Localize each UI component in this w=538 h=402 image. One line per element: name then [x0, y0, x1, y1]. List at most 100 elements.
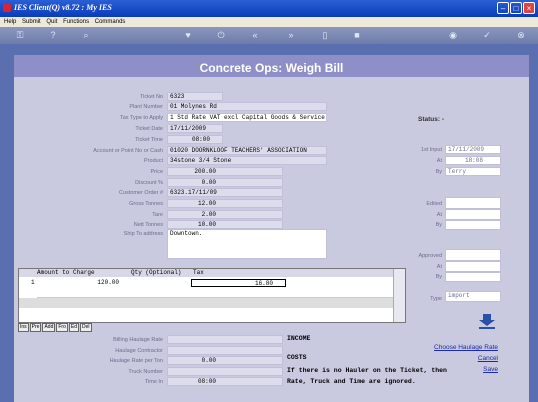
cancel-link[interactable]: Cancel [398, 355, 498, 362]
nett-tonnes-field[interactable]: 10.00 [167, 220, 283, 229]
delete-row-button[interactable]: Del [79, 323, 92, 332]
plant-number-label: Plant Number [129, 104, 163, 110]
row-amount[interactable]: 120.00 [37, 278, 119, 288]
customer-order-field[interactable]: 6323.17/11/09 [167, 188, 283, 197]
menu-functions[interactable]: Functions [63, 17, 89, 27]
approved-at-field[interactable] [445, 261, 501, 272]
title-bar: IES Client(Q) v8.72 : My IES – □ × [0, 0, 538, 17]
edited-field[interactable] [445, 197, 501, 209]
type-field[interactable]: import [445, 291, 501, 302]
page-icon[interactable]: ▯ [319, 29, 331, 41]
grid-header-tax: Tax [193, 269, 204, 276]
price-field[interactable]: 200.00 [167, 167, 283, 176]
billing-rate-field[interactable] [167, 335, 283, 344]
plant-number-field[interactable]: 01 Molynes Rd [167, 102, 327, 111]
type-label: Type [430, 296, 442, 302]
approved-label: Approved [418, 253, 442, 259]
choose-haulage-rate-link[interactable]: Choose Haulage Rate [398, 344, 498, 351]
ticket-no-label: Ticket No [139, 94, 163, 100]
time-in-field[interactable]: 08:00 [167, 377, 283, 386]
contractor-label: Haulage Contractor [115, 348, 163, 354]
row-tax[interactable]: 16.80 [191, 279, 286, 287]
first-input-label: 1st Input [420, 147, 442, 153]
grid-header: Amount to Charge Qty (Optional) Tax [19, 269, 394, 277]
edited-label: Edited [426, 201, 442, 207]
edited-by-field[interactable] [445, 220, 501, 230]
price-label: Price [150, 169, 163, 175]
stop-icon[interactable]: ■ [351, 29, 363, 41]
from-row-button[interactable]: Fro [56, 323, 68, 332]
nett-tonnes-label: Nett Tonnes [133, 222, 163, 228]
at-field[interactable]: 18:08 [445, 156, 501, 165]
tare-label: Tare [152, 212, 163, 218]
hauler-note-line2: Rate, Truck and Time are ignored. [287, 378, 416, 385]
close-button[interactable]: × [523, 2, 535, 14]
help-icon[interactable]: ? [47, 29, 59, 41]
status-label: Status: - [418, 116, 445, 123]
truck-number-label: Truck Number [128, 369, 163, 375]
product-field[interactable]: 34stone 3/4 Stone [167, 156, 327, 165]
add-row-button[interactable]: Add [42, 323, 56, 332]
power-icon[interactable]: ⏻ [215, 29, 227, 41]
grid-empty-row [19, 298, 394, 308]
product-label: Product [144, 158, 163, 164]
approved-by-field[interactable] [445, 272, 501, 282]
ticket-no-field[interactable]: 6323 [167, 92, 223, 101]
grid-scrollbar[interactable] [393, 269, 405, 322]
edited-at-label: At [436, 212, 442, 218]
row-number: 1 [31, 279, 35, 286]
by-label: By [435, 169, 442, 175]
heart-icon[interactable]: ♥ [182, 29, 194, 41]
menu-help[interactable]: Help [4, 17, 16, 27]
toolbar: ⚿ ? ⌕ ♥ ⏻ « » ▯ ■ ◉ ✓ ⊗ [0, 27, 538, 44]
menu-quit[interactable]: Quit [46, 17, 57, 27]
discount-field[interactable]: 0.00 [167, 178, 283, 187]
menu-submit[interactable]: Submit [22, 17, 41, 27]
rewind-icon[interactable]: « [249, 29, 261, 41]
approved-field[interactable] [445, 249, 501, 261]
download-icon[interactable] [478, 313, 496, 329]
by-field[interactable]: Terry [445, 167, 501, 176]
grid-header-amount: Amount to Charge [37, 269, 95, 276]
ticket-time-field[interactable]: 08:00 [167, 135, 223, 144]
save-link[interactable]: Save [398, 366, 498, 373]
key-icon[interactable]: ⚿ [10, 29, 30, 41]
gross-tonnes-label: Gross Tonnes [129, 201, 163, 207]
tax-type-field[interactable]: 1 Std Rate VAT excl Capital Goods & Serv… [167, 113, 327, 122]
contractor-field[interactable] [167, 346, 283, 355]
edit-row-button[interactable]: Ed [68, 323, 79, 332]
approved-at-label: At [436, 264, 442, 270]
gross-tonnes-field[interactable]: 12.00 [167, 199, 283, 208]
app-icon [3, 4, 11, 12]
billing-rate-label: Billing Haulage Rate [113, 337, 163, 343]
page-title: Concrete Ops: Weigh Bill [14, 55, 529, 77]
at-label: At [436, 158, 442, 164]
first-input-field[interactable]: 17/11/2009 [445, 145, 501, 154]
edited-at-field[interactable] [445, 209, 501, 220]
search-icon[interactable]: ⌕ [80, 29, 92, 41]
window-title: IES Client(Q) v8.72 : My IES [14, 3, 112, 12]
rate-per-ton-field[interactable]: 0.00 [167, 356, 283, 365]
check-icon[interactable]: ✓ [481, 29, 493, 41]
globe-icon[interactable]: ◉ [447, 29, 459, 41]
minimize-button[interactable]: – [497, 2, 509, 14]
edited-by-label: By [435, 222, 442, 228]
time-in-label: Time In [144, 379, 163, 385]
ticket-date-field[interactable]: 17/11/2009 [167, 124, 223, 133]
tare-field[interactable]: 2.00 [167, 210, 283, 219]
maximize-button[interactable]: □ [510, 2, 522, 14]
menu-commands[interactable]: Commands [95, 17, 126, 27]
discount-label: Discount % [135, 180, 163, 186]
account-field[interactable]: 01020 DOORNKLOOF TEACHERS' ASSOCIATION [167, 146, 327, 155]
rate-per-ton-label: Haulage Rate per Ton [109, 358, 163, 364]
table-row[interactable]: 1 120.00 16.80 [19, 278, 394, 288]
insert-row-button[interactable]: Ins [18, 323, 29, 332]
forward-icon[interactable]: » [285, 29, 297, 41]
ship-to-field[interactable]: Downtown. [167, 229, 327, 259]
grid-empty-row [37, 289, 394, 298]
grid-header-qty: Qty (Optional) [131, 269, 182, 276]
ship-to-label: Ship To address [123, 231, 163, 237]
truck-number-field[interactable] [167, 367, 283, 376]
previous-row-button[interactable]: Pre [29, 323, 42, 332]
cancel-icon[interactable]: ⊗ [515, 29, 527, 41]
